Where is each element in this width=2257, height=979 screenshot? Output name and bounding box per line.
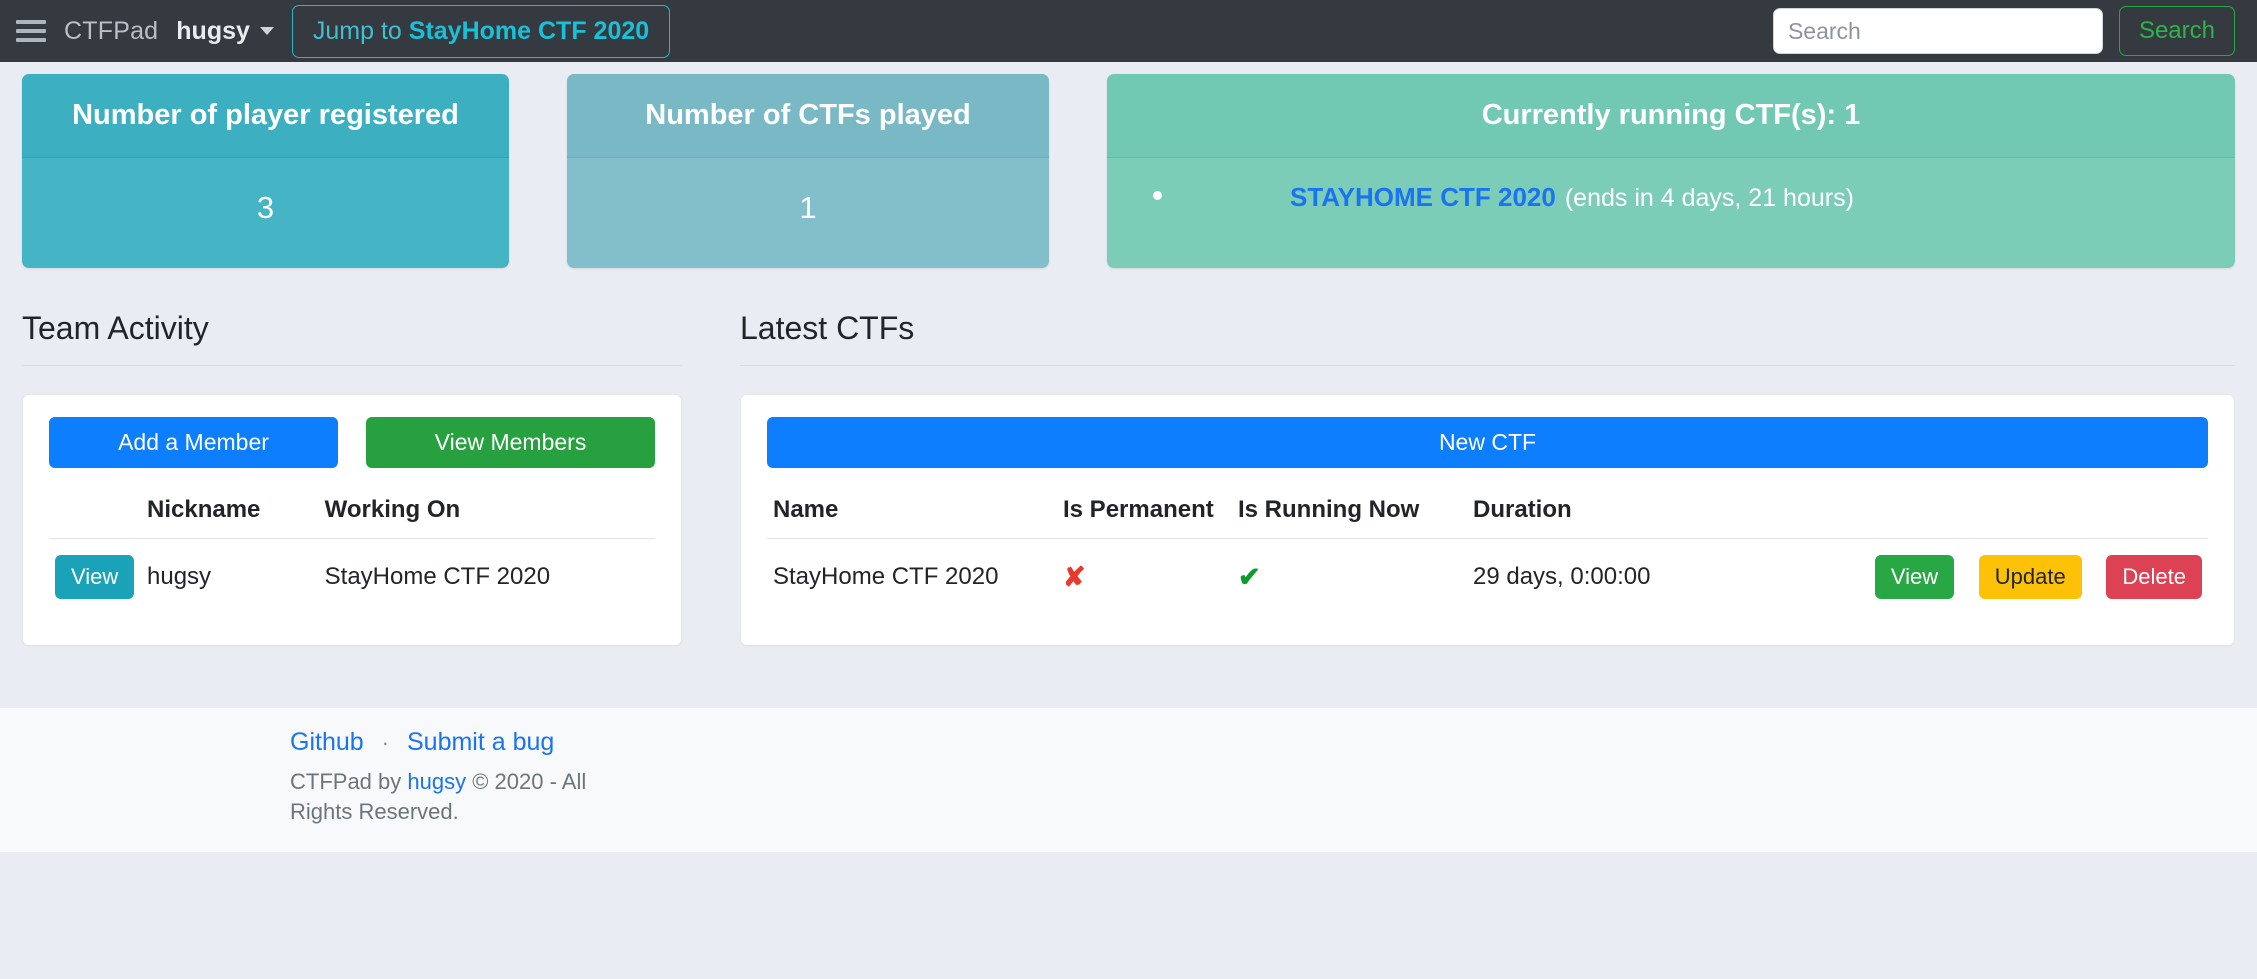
view-ctf-button[interactable]: View — [1874, 555, 1955, 599]
col-action — [49, 484, 141, 539]
jump-prefix-label: Jump to — [312, 16, 409, 45]
hamburger-bar — [16, 38, 46, 42]
card-running-title: Currently running CTF(s): 1 — [1107, 74, 2235, 158]
footer-separator: · — [381, 729, 389, 755]
col-duration: Duration — [1467, 484, 1682, 539]
navbar-right-group: Search — [1772, 0, 2235, 62]
running-ctf-list: STAYHOME CTF 2020 (ends in 4 days, 21 ho… — [1117, 182, 2225, 213]
team-activity-section: Team Activity Add a Member View Members … — [22, 310, 682, 646]
update-ctf-button[interactable]: Update — [1978, 555, 2082, 599]
cell-row-actions: View Update Delete — [1682, 539, 2208, 616]
card-players-value: 3 — [22, 158, 509, 268]
table-header-row: Name Is Permanent Is Running Now Duratio… — [767, 484, 2208, 539]
add-member-button[interactable]: Add a Member — [49, 417, 338, 468]
team-members-table: Nickname Working On View hugsy StayHome … — [49, 484, 655, 615]
sections-row: Team Activity Add a Member View Members … — [22, 310, 2235, 646]
search-input[interactable] — [1772, 8, 2103, 54]
col-is-permanent: Is Permanent — [1057, 484, 1232, 539]
cell-is-running-check-icon: ✔ — [1238, 561, 1261, 592]
latest-ctfs-panel: New CTF Name Is Permanent Is Running Now… — [740, 394, 2235, 646]
cell-nickname: hugsy — [147, 563, 212, 590]
col-is-running-now: Is Running Now — [1232, 484, 1467, 539]
cell-duration: 29 days, 0:00:00 — [1473, 563, 1651, 590]
table-row: StayHome CTF 2020 ✘ ✔ 29 days, 0:00:00 V… — [767, 539, 2208, 616]
card-running-body: STAYHOME CTF 2020 (ends in 4 days, 21 ho… — [1107, 158, 2235, 268]
col-working-on: Working On — [318, 484, 655, 539]
latest-ctfs-actions: New CTF — [767, 417, 2208, 468]
submit-bug-link[interactable]: Submit a bug — [407, 728, 554, 757]
search-button[interactable]: Search — [2118, 6, 2235, 56]
cell-action: View — [49, 539, 141, 616]
hamburger-menu-icon[interactable] — [16, 16, 50, 46]
col-nickname: Nickname — [141, 484, 319, 539]
col-actions — [1682, 484, 2208, 539]
card-ctfs-played: Number of CTFs played 1 — [567, 74, 1049, 268]
bullet-icon — [1153, 191, 1162, 200]
jump-target-label: StayHome CTF 2020 — [408, 16, 650, 45]
navbar-left-group: CTFPad hugsy Jump to StayHome CTF 2020 — [16, 4, 671, 58]
col-name: Name — [767, 484, 1057, 539]
new-ctf-button[interactable]: New CTF — [767, 417, 2208, 468]
delete-ctf-button[interactable]: Delete — [2106, 555, 2202, 599]
view-members-button[interactable]: View Members — [366, 417, 655, 468]
jump-to-ctf-button[interactable]: Jump to StayHome CTF 2020 — [291, 4, 671, 58]
view-member-button[interactable]: View — [55, 555, 135, 599]
running-ctf-item: STAYHOME CTF 2020 (ends in 4 days, 21 ho… — [1117, 182, 2225, 213]
team-members-tbody: View hugsy StayHome CTF 2020 — [49, 539, 655, 616]
cell-ctf-name: StayHome CTF 2020 — [773, 563, 999, 590]
brand-link[interactable]: CTFPad — [64, 17, 158, 46]
author-link[interactable]: hugsy — [407, 769, 466, 794]
card-players-registered: Number of player registered 3 — [22, 74, 509, 268]
latest-ctfs-tbody: StayHome CTF 2020 ✘ ✔ 29 days, 0:00:00 V… — [767, 539, 2208, 616]
team-members-thead: Nickname Working On — [49, 484, 655, 539]
footer-copyright: CTFPad by hugsy © 2020 - All Rights Rese… — [290, 767, 590, 826]
user-dropdown-toggle[interactable]: hugsy — [176, 17, 274, 46]
footer-links: Github · Submit a bug — [290, 728, 2257, 757]
top-navbar: CTFPad hugsy Jump to StayHome CTF 2020 S… — [0, 0, 2257, 62]
latest-ctfs-table: Name Is Permanent Is Running Now Duratio… — [767, 484, 2208, 615]
page-container: Number of player registered 3 Number of … — [0, 74, 2257, 646]
running-ctf-link[interactable]: STAYHOME CTF 2020 — [1290, 182, 1556, 213]
cell-working-on: StayHome CTF 2020 — [324, 563, 551, 590]
card-currently-running: Currently running CTF(s): 1 STAYHOME CTF… — [1107, 74, 2235, 268]
table-row: View hugsy StayHome CTF 2020 — [49, 539, 655, 616]
table-header-row: Nickname Working On — [49, 484, 655, 539]
hamburger-bar — [16, 29, 46, 33]
github-link[interactable]: Github — [290, 728, 364, 757]
footer-inner: Github · Submit a bug CTFPad by hugsy © … — [0, 728, 2257, 826]
user-dropdown-label: hugsy — [176, 16, 250, 45]
chevron-down-icon — [259, 27, 274, 35]
cell-is-permanent-cross-icon: ✘ — [1063, 561, 1086, 592]
team-activity-panel: Add a Member View Members Nickname Worki… — [22, 394, 682, 646]
team-activity-actions: Add a Member View Members — [49, 417, 655, 468]
page-footer: Github · Submit a bug CTFPad by hugsy © … — [0, 708, 2257, 853]
latest-ctfs-section: Latest CTFs New CTF Name Is Permanent Is… — [740, 310, 2235, 646]
card-ctfs-title: Number of CTFs played — [567, 74, 1049, 158]
stat-cards-row: Number of player registered 3 Number of … — [22, 74, 2235, 268]
hamburger-bar — [16, 20, 46, 24]
running-ctf-ends-label: (ends in 4 days, 21 hours) — [1564, 184, 1854, 212]
copyright-prefix: CTFPad by — [290, 769, 408, 794]
latest-ctfs-title: Latest CTFs — [740, 310, 2235, 366]
card-ctfs-value: 1 — [567, 158, 1049, 268]
latest-ctfs-thead: Name Is Permanent Is Running Now Duratio… — [767, 484, 2208, 539]
card-players-title: Number of player registered — [22, 74, 509, 158]
team-activity-title: Team Activity — [22, 310, 682, 366]
